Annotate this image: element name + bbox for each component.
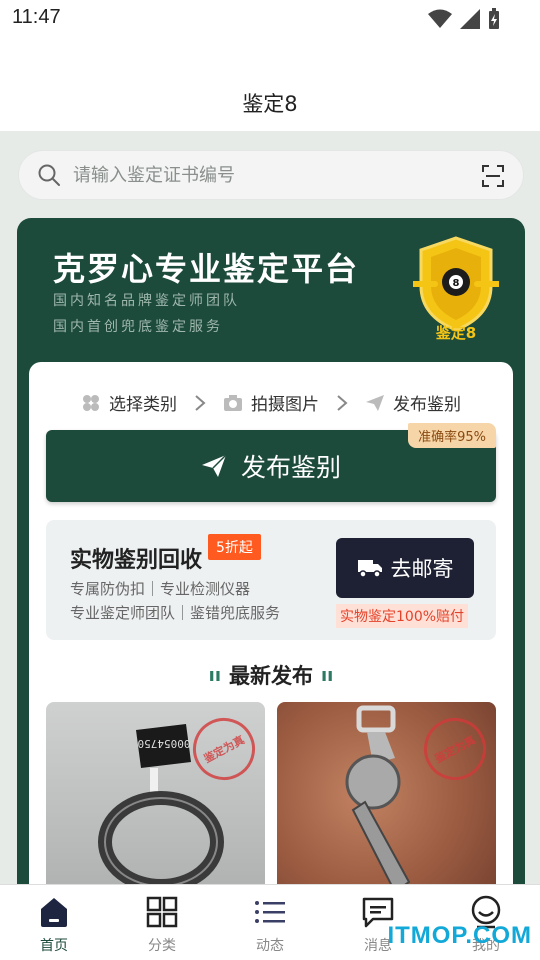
- tab-home[interactable]: 首页: [0, 885, 108, 960]
- latest-section-header: ıı 最新发布 ıı: [29, 660, 513, 690]
- send-icon: [201, 454, 227, 477]
- category-icon: [83, 394, 99, 411]
- search-bar[interactable]: [18, 150, 524, 200]
- shield-logo-icon: 8 鉴定8: [413, 236, 499, 342]
- latest-item-image[interactable]: 鉴定为真: [277, 702, 496, 898]
- compensation-badge: 实物鉴定100%赔付: [336, 604, 469, 628]
- hero-subtitle-1: 国内知名品牌鉴定师团队: [53, 293, 240, 309]
- mail-item-button[interactable]: 去邮寄: [336, 538, 474, 598]
- svg-text:鉴定8: 鉴定8: [435, 324, 476, 342]
- decor-right-icon: ıı: [321, 665, 334, 686]
- tab-feed[interactable]: 动态: [216, 885, 324, 960]
- search-icon: [38, 164, 60, 186]
- chevron-right-icon: [195, 394, 206, 411]
- recycle-title: 实物鉴别回收: [70, 548, 203, 573]
- send-icon: [366, 394, 384, 411]
- tab-label: 首页: [40, 938, 68, 954]
- recycle-feature-2: 专业鉴定师团队｜鉴错兜底服务: [70, 604, 281, 622]
- page-title: 鉴定8: [242, 92, 298, 116]
- grid-icon: [146, 896, 178, 928]
- status-time: 11:47: [12, 6, 61, 28]
- hero-title: 克罗心专业鉴定平台: [53, 250, 360, 288]
- step-label: 选择类别: [109, 395, 177, 415]
- step-label: 拍摄图片: [251, 395, 319, 415]
- latest-title: 最新发布: [229, 664, 313, 688]
- list-icon: [255, 901, 285, 923]
- decor-left-icon: ıı: [208, 665, 221, 686]
- hero-banner: 克罗心专业鉴定平台 国内知名品牌鉴定师团队 国内首创兜底鉴定服务 8 鉴定8 选…: [17, 218, 525, 898]
- camera-icon: [224, 394, 242, 411]
- wifi-icon: [428, 9, 452, 28]
- physical-recycle-panel: 实物鉴别回收 5折起 专属防伪扣｜专业检测仪器 专业鉴定师团队｜鉴错兜底服务 去…: [46, 520, 496, 640]
- tab-label: 动态: [256, 938, 284, 954]
- tag-number: 00054750: [138, 737, 191, 750]
- scan-icon[interactable]: [481, 164, 505, 188]
- status-icons: [428, 8, 500, 30]
- service-card: 选择类别 拍摄图片 发布鉴别 发布鉴别 准确率95% 实物鉴别回收 5折起 专属…: [29, 362, 513, 898]
- battery-icon: [489, 8, 499, 29]
- truck-icon: [357, 560, 382, 578]
- chevron-right-icon: [337, 394, 348, 411]
- step-take-photo: 拍摄图片: [223, 390, 319, 415]
- home-icon: [41, 898, 67, 927]
- latest-item-image[interactable]: 00054750 鉴定为真: [46, 702, 265, 898]
- step-label: 发布鉴别: [393, 395, 461, 415]
- signal-icon: [460, 9, 480, 29]
- step-select-category: 选择类别: [81, 390, 177, 415]
- svg-text:8: 8: [453, 278, 460, 289]
- tab-label: 分类: [148, 938, 176, 954]
- step-publish: 发布鉴别: [365, 390, 461, 415]
- app-header: 鉴定8: [0, 34, 540, 131]
- search-input[interactable]: [73, 164, 453, 186]
- publish-button-label: 发布鉴别: [240, 453, 341, 482]
- tab-category[interactable]: 分类: [108, 885, 216, 960]
- discount-badge: 5折起: [208, 534, 261, 560]
- accuracy-badge: 准确率95%: [408, 423, 496, 448]
- status-bar: 11:47: [0, 0, 540, 34]
- hero-subtitle-2: 国内首创兜底鉴定服务: [53, 319, 223, 335]
- process-steps: 选择类别 拍摄图片 发布鉴别: [29, 390, 513, 415]
- watermark: ITMOP.COM: [387, 922, 532, 949]
- recycle-feature-1: 专属防伪扣｜专业检测仪器: [70, 580, 251, 598]
- mail-button-label: 去邮寄: [390, 557, 454, 581]
